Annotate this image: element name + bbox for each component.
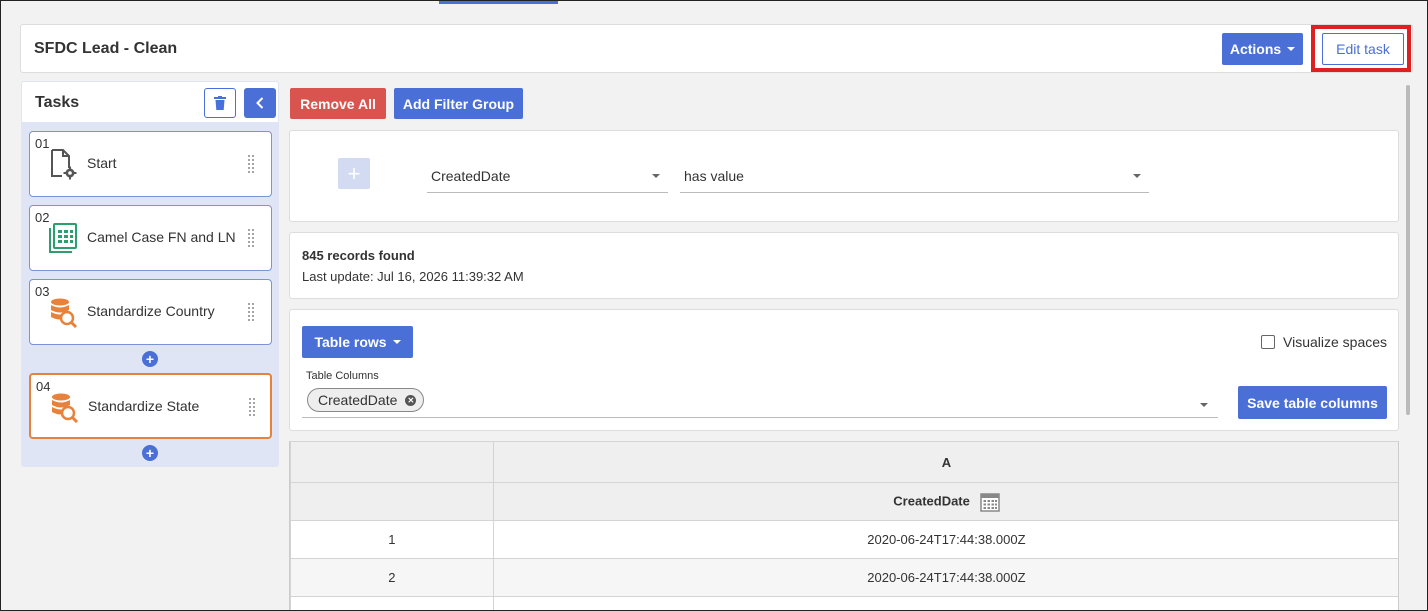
task-card-standardize-country[interactable]: 03 Standardize Country — [29, 279, 272, 345]
drag-handle-icon[interactable] — [247, 154, 255, 174]
caret-down-icon — [392, 340, 401, 344]
task-name: Start — [87, 155, 117, 171]
visualize-spaces-label: Visualize spaces — [1283, 334, 1388, 350]
last-update: Last update: Jul 16, 2026 11:39:32 AM — [302, 269, 524, 284]
actions-dropdown-button[interactable]: Actions — [1222, 33, 1303, 65]
caret-down-icon — [1133, 174, 1141, 178]
task-header: SFDC Lead - Clean Actions Edit task — [20, 24, 1413, 73]
table-columns-select[interactable]: CreatedDate ✕ — [302, 384, 1218, 418]
task-name: Standardize State — [88, 398, 200, 414]
caret-down-icon — [1200, 403, 1208, 407]
delete-task-button[interactable] — [204, 88, 236, 118]
column-chip: CreatedDate ✕ — [307, 388, 425, 412]
filter-field-value: CreatedDate — [431, 168, 511, 184]
table-row — [290, 596, 1398, 611]
tasks-panel-header: Tasks — [21, 81, 279, 123]
data-grid: A CreatedDate 1 2020-06-24T17:44:38.000Z… — [289, 441, 1399, 611]
chevron-left-icon — [256, 97, 264, 109]
cell-value[interactable] — [492, 596, 1398, 611]
column-name-header[interactable]: CreatedDate — [492, 482, 1398, 521]
caret-down-icon — [1287, 47, 1296, 51]
grid-letter-header-row: A — [290, 441, 1398, 483]
records-count: 845 records found — [302, 248, 415, 263]
task-name: Camel Case FN and LN — [87, 229, 236, 245]
filter-field-select[interactable]: CreatedDate — [427, 160, 668, 193]
remove-all-button[interactable]: Remove All — [290, 88, 386, 119]
add-condition-button[interactable]: + — [338, 158, 370, 189]
actions-label: Actions — [1229, 41, 1282, 57]
remove-chip-icon[interactable]: ✕ — [405, 395, 417, 406]
file-gear-icon — [51, 149, 77, 180]
add-filter-group-button[interactable]: Add Filter Group — [394, 88, 523, 119]
task-card-standardize-state[interactable]: 04 Standardize State — [29, 373, 272, 439]
collapse-panel-button[interactable] — [244, 88, 276, 118]
task-card-camel-case[interactable]: 02 Camel Case FN and LN — [29, 205, 272, 271]
edit-task-button[interactable]: Edit task — [1322, 33, 1404, 65]
filter-operator-select[interactable]: has value — [680, 160, 1149, 193]
column-chip-label: CreatedDate — [318, 392, 398, 408]
add-task-button[interactable]: + — [142, 445, 158, 461]
main-scrollbar[interactable] — [1406, 85, 1410, 415]
filter-operator-value: has value — [684, 168, 744, 184]
caret-down-icon — [652, 174, 660, 178]
grid-corner-cell — [290, 441, 494, 483]
add-task-button[interactable]: + — [142, 351, 158, 367]
page-title: SFDC Lead - Clean — [34, 40, 178, 57]
database-search-icon — [52, 393, 79, 423]
table-rows-label: Table rows — [314, 334, 387, 350]
calendar-icon — [979, 492, 1000, 512]
row-index — [290, 596, 494, 611]
cell-value[interactable]: 2020-06-24T17:44:38.000Z — [492, 558, 1398, 597]
spreadsheet-icon — [49, 223, 77, 253]
column-letter-header[interactable]: A — [492, 441, 1398, 483]
drag-handle-icon[interactable] — [247, 228, 255, 248]
database-search-icon — [51, 298, 78, 328]
table-columns-label: Table Columns — [306, 370, 379, 382]
active-tab-indicator — [439, 0, 558, 4]
tasks-heading: Tasks — [35, 94, 80, 111]
grid-name-header-row: CreatedDate — [290, 482, 1398, 521]
table-rows-dropdown-button[interactable]: Table rows — [302, 326, 413, 358]
tasks-panel: Tasks 01 Start 02 Camel Case FN and LN 0… — [21, 81, 279, 467]
cell-value[interactable]: 2020-06-24T17:44:38.000Z — [492, 520, 1398, 559]
task-name: Standardize Country — [87, 303, 215, 319]
table-row: 1 2020-06-24T17:44:38.000Z — [290, 520, 1398, 559]
save-table-columns-button[interactable]: Save table columns — [1238, 386, 1387, 419]
table-options: Table rows Visualize spaces Table Column… — [289, 309, 1399, 431]
task-card-start[interactable]: 01 Start — [29, 131, 272, 197]
records-summary: 845 records found Last update: Jul 16, 2… — [289, 232, 1399, 299]
drag-handle-icon[interactable] — [247, 302, 255, 322]
table-row: 2 2020-06-24T17:44:38.000Z — [290, 558, 1398, 597]
filter-group: + CreatedDate has value — [289, 130, 1399, 222]
trash-icon — [214, 96, 226, 110]
row-index: 1 — [290, 520, 494, 559]
grid-corner-cell — [290, 482, 494, 521]
visualize-spaces-checkbox[interactable] — [1261, 335, 1275, 349]
row-index: 2 — [290, 558, 494, 597]
column-name: CreatedDate — [893, 492, 970, 508]
drag-handle-icon[interactable] — [248, 397, 256, 417]
